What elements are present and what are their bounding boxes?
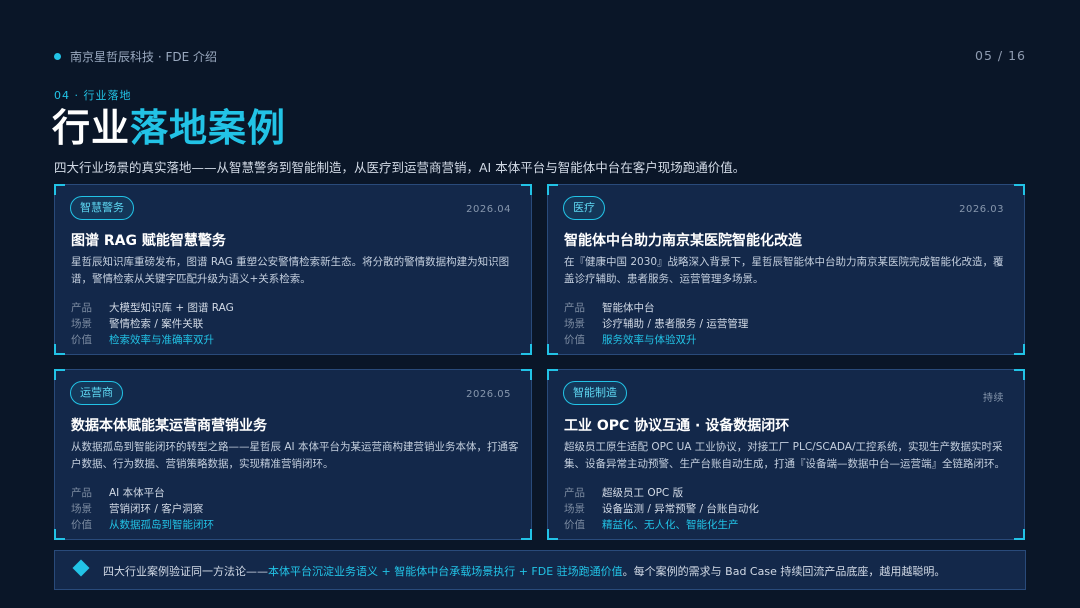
corner-bracket-icon: [1014, 344, 1025, 355]
detail-row-product: 产品 大模型知识库 + 图谱 RAG: [71, 300, 234, 316]
summary-highlight: 本体平台沉淀业务语义 + 智能体中台承载场景执行 + FDE 驻场跑通价值: [268, 565, 623, 578]
bullet-dot-icon: [54, 53, 61, 60]
detail-row-scenario: 场景 警情检索 / 案件关联: [71, 316, 234, 332]
corner-bracket-icon: [547, 344, 558, 355]
case-description: 超级员工原生适配 OPC UA 工业协议，对接工厂 PLC/SCADA/工控系统…: [564, 441, 1005, 470]
detail-row-scenario: 场景 营销闭环 / 客户洞察: [71, 501, 214, 517]
case-description: 在『健康中国 2030』战略深入背景下，星哲辰智能体中台助力南京某医院完成智能化…: [564, 256, 1004, 285]
case-details: 产品 超级员工 OPC 版 场景 设备监测 / 异常预警 / 台账自动化 价值 精益化…: [564, 485, 759, 533]
corner-bracket-icon: [54, 344, 65, 355]
detail-row-value: 价值 从数据孤岛到智能闭环: [71, 517, 214, 533]
corner-bracket-icon: [1014, 529, 1025, 540]
industry-tag: 医疗: [563, 196, 605, 220]
industry-tag: 智慧警务: [70, 196, 134, 220]
corner-bracket-icon: [1014, 184, 1025, 195]
detail-value-highlight: 检索效率与准确率双升: [109, 334, 214, 346]
case-date: 2026.04: [466, 204, 511, 215]
corner-bracket-icon: [54, 581, 63, 590]
case-title: 数据本体赋能某运营商营销业务: [71, 418, 267, 434]
corner-bracket-icon: [54, 529, 65, 540]
company-label: 南京星哲辰科技 · FDE 介绍: [70, 50, 217, 64]
case-description: 从数据孤岛到智能闭环的转型之路——星哲辰 AI 本体平台为某运营商构建营销业务本…: [71, 441, 519, 470]
detail-row-scenario: 场景 诊疗辅助 / 患者服务 / 运营管理: [564, 316, 748, 332]
detail-key: 场景: [564, 503, 585, 515]
detail-value-highlight: 从数据孤岛到智能闭环: [109, 519, 214, 531]
detail-row-product: 产品 AI 本体平台: [71, 485, 214, 501]
detail-value-highlight: 服务效率与体验双升: [602, 334, 697, 346]
corner-bracket-icon: [54, 550, 63, 559]
case-date: 2026.03: [959, 204, 1004, 215]
corner-bracket-icon: [521, 369, 532, 380]
diamond-icon: [72, 559, 90, 577]
detail-key: 产品: [71, 302, 92, 314]
detail-row-product: 产品 超级员工 OPC 版: [564, 485, 759, 501]
corner-bracket-icon: [54, 369, 65, 380]
detail-row-scenario: 场景 设备监测 / 异常预警 / 台账自动化: [564, 501, 759, 517]
detail-row-product: 产品 智能体中台: [564, 300, 748, 316]
detail-row-value: 价值 检索效率与准确率双升: [71, 332, 234, 348]
corner-bracket-icon: [521, 344, 532, 355]
detail-key: 产品: [71, 487, 92, 499]
detail-key: 价值: [71, 519, 92, 531]
detail-key: 价值: [564, 519, 585, 531]
detail-key: 场景: [71, 503, 92, 515]
case-details: 产品 AI 本体平台 场景 营销闭环 / 客户洞察 价值 从数据孤岛到智能闭环: [71, 485, 214, 533]
corner-bracket-icon: [521, 184, 532, 195]
case-title: 图谱 RAG 赋能智慧警务: [71, 233, 226, 249]
page-subtitle: 四大行业场景的真实落地——从智慧警务到智能制造，从医疗到运营商营销，AI 本体平…: [54, 160, 746, 175]
corner-bracket-icon: [521, 529, 532, 540]
detail-key: 价值: [564, 334, 585, 346]
industry-tag: 运营商: [70, 381, 123, 405]
detail-value: 设备监测 / 异常预警 / 台账自动化: [602, 503, 759, 515]
detail-row-value: 价值 服务效率与体验双升: [564, 332, 748, 348]
summary-lead: 四大行业案例验证同一方法论——: [103, 565, 268, 578]
corner-bracket-icon: [547, 369, 558, 380]
detail-key: 场景: [564, 318, 585, 330]
detail-key: 场景: [71, 318, 92, 330]
summary-banner: 四大行业案例验证同一方法论——本体平台沉淀业务语义 + 智能体中台承载场景执行 …: [54, 550, 1026, 590]
case-card-police[interactable]: 智慧警务 2026.04 图谱 RAG 赋能智慧警务 星哲辰知识库重磅发布，图谱…: [54, 184, 532, 355]
corner-bracket-icon: [54, 184, 65, 195]
case-card-medical[interactable]: 医疗 2026.03 智能体中台助力南京某医院智能化改造 在『健康中国 2030…: [547, 184, 1025, 355]
case-card-manufacturing[interactable]: 智能制造 持续 工业 OPC 协议互通 · 设备数据闭环 超级员工原生适配 OP…: [547, 369, 1025, 540]
industry-tag: 智能制造: [563, 381, 627, 405]
detail-value: AI 本体平台: [109, 487, 165, 499]
detail-value-highlight: 精益化、无人化、智能化生产: [602, 519, 739, 531]
corner-bracket-icon: [1014, 369, 1025, 380]
detail-key: 产品: [564, 487, 585, 499]
detail-key: 价值: [71, 334, 92, 346]
detail-value: 诊疗辅助 / 患者服务 / 运营管理: [602, 318, 749, 330]
corner-bracket-icon: [547, 529, 558, 540]
section-label: 04 · 行业落地: [54, 89, 132, 102]
case-title: 智能体中台助力南京某医院智能化改造: [564, 233, 802, 249]
top-bar: 南京星哲辰科技 · FDE 介绍 05 / 16: [54, 48, 1026, 66]
detail-value: 警情检索 / 案件关联: [109, 318, 204, 330]
page-indicator: 05 / 16: [975, 48, 1026, 63]
case-description: 星哲辰知识库重磅发布，图谱 RAG 重塑公安警情检索新生态。将分散的警情数据构建…: [71, 256, 510, 285]
case-details: 产品 智能体中台 场景 诊疗辅助 / 患者服务 / 运营管理 价值 服务效率与体验双升: [564, 300, 748, 348]
title-part-white: 行业: [52, 106, 131, 150]
case-date: 2026.05: [466, 389, 511, 400]
detail-row-value: 价值 精益化、无人化、智能化生产: [564, 517, 759, 533]
page-title: 行业落地案例: [52, 103, 286, 153]
detail-value: 营销闭环 / 客户洞察: [109, 503, 204, 515]
summary-tail: 。每个案例的需求与 Bad Case 持续回流产品底座，越用越聪明。: [622, 565, 946, 578]
detail-value: 大模型知识库 + 图谱 RAG: [109, 302, 234, 314]
case-date: 持续: [983, 393, 1004, 404]
detail-value: 智能体中台: [602, 302, 655, 314]
summary-text: 四大行业案例验证同一方法论——本体平台沉淀业务语义 + 智能体中台承载场景执行 …: [103, 563, 945, 579]
corner-bracket-icon: [547, 184, 558, 195]
detail-key: 产品: [564, 302, 585, 314]
case-title: 工业 OPC 协议互通 · 设备数据闭环: [564, 418, 790, 434]
detail-value: 超级员工 OPC 版: [602, 487, 684, 499]
corner-bracket-icon: [1017, 581, 1026, 590]
case-card-telecom[interactable]: 运营商 2026.05 数据本体赋能某运营商营销业务 从数据孤岛到智能闭环的转型…: [54, 369, 532, 540]
title-part-accent: 落地案例: [130, 106, 287, 150]
case-details: 产品 大模型知识库 + 图谱 RAG 场景 警情检索 / 案件关联 价值 检索效率与准…: [71, 300, 234, 348]
corner-bracket-icon: [1017, 550, 1026, 559]
